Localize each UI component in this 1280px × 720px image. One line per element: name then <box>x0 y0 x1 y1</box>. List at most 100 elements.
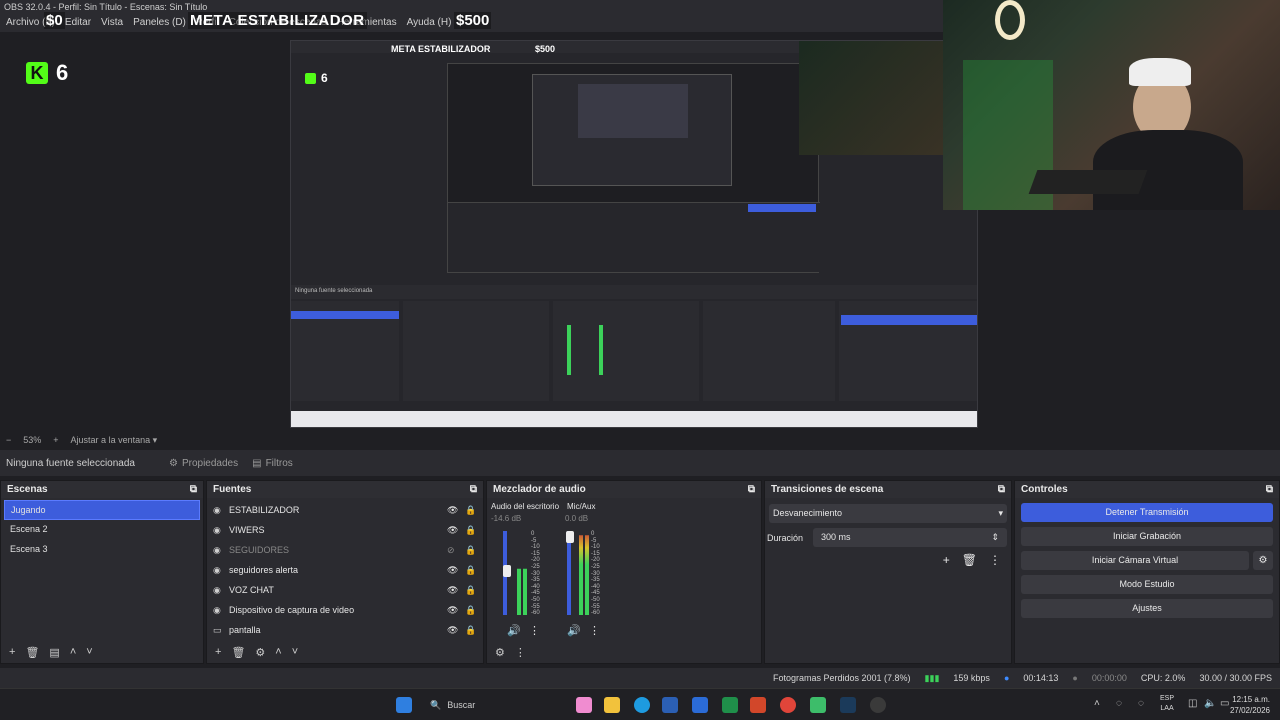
source-item[interactable]: ◉ VOZ CHAT 👁 🔒 <box>207 580 483 600</box>
xbox-icon[interactable] <box>810 697 826 713</box>
eye-icon[interactable]: 👁 <box>447 505 459 516</box>
lock-icon[interactable]: 🔒 <box>465 505 477 516</box>
chrome-icon[interactable] <box>780 697 796 713</box>
globe-icon: ◉ <box>213 524 221 535</box>
stepper-icon[interactable]: ⇕ <box>991 532 999 543</box>
zoom-bar: − 53% + Ajustar a la ventana ▾ <box>0 434 1280 448</box>
dock-undock-icon[interactable]: ⧉ <box>190 484 197 495</box>
nested-kick-logo-icon <box>305 73 316 84</box>
add-transition-button[interactable]: + <box>943 553 950 567</box>
controls-dock: Controles ⧉ Detener Transmisión Iniciar G… <box>1014 480 1280 664</box>
move-down-button[interactable]: ˅ <box>292 646 298 660</box>
system-clock[interactable]: 12:15 a.m. 27/02/2026 <box>1230 694 1270 716</box>
source-item[interactable]: ◉ Dispositivo de captura de video 👁 🔒 <box>207 600 483 620</box>
network-icon[interactable]: ◫ <box>1188 698 1197 709</box>
menu-vista[interactable]: Vista <box>101 17 123 29</box>
db-tick-label: -40 <box>531 583 540 590</box>
more-options-icon[interactable]: ⋮ <box>529 624 540 637</box>
stop-stream-button[interactable]: Detener Transmisión <box>1021 503 1273 522</box>
lock-icon[interactable]: 🔒 <box>465 525 477 536</box>
lock-icon[interactable]: 🔒 <box>465 605 477 616</box>
copilot-icon[interactable] <box>576 697 592 713</box>
dock-undock-icon[interactable]: ⧉ <box>998 484 1005 495</box>
fit-to-window-dropdown[interactable]: Ajustar a la ventana ▾ <box>71 435 158 447</box>
mic-volume-handle[interactable] <box>566 531 574 543</box>
store-icon[interactable] <box>662 697 678 713</box>
gear-icon[interactable]: ⚙ <box>1253 551 1273 570</box>
zoom-out-button[interactable]: − <box>6 435 11 447</box>
more-options-icon[interactable]: ⋮ <box>515 646 526 660</box>
filters-button[interactable]: ▤ Filtros <box>252 458 293 469</box>
add-source-button[interactable]: + <box>215 646 221 660</box>
menu-editar[interactable]: Editar <box>65 17 91 29</box>
remove-source-button[interactable]: 🗑 <box>231 646 245 660</box>
zoom-in-button[interactable]: + <box>53 435 58 447</box>
scene-item[interactable]: Escena 3 <box>4 540 200 560</box>
taskbar-search[interactable]: 🔍 Buscar <box>424 695 566 715</box>
eye-icon[interactable]: 👁 <box>447 565 459 576</box>
powerpoint-icon[interactable] <box>750 697 766 713</box>
properties-button[interactable]: ⚙ Propiedades <box>169 458 238 469</box>
windows-start-icon[interactable] <box>396 697 412 713</box>
dock-undock-icon[interactable]: ⧉ <box>470 484 477 495</box>
source-properties-button[interactable]: ⚙ <box>255 646 265 660</box>
tray-app-icon[interactable]: ◌ <box>1138 698 1144 709</box>
volume-icon[interactable]: 🔈 <box>1204 698 1216 709</box>
nested-source-toolbar: Ninguna fuente seleccionada <box>291 285 977 299</box>
start-recording-button[interactable]: Iniciar Grabación <box>1021 527 1273 546</box>
remove-scene-button[interactable]: 🗑 <box>25 646 39 660</box>
mic-volume-slider[interactable] <box>567 531 571 615</box>
eye-icon[interactable]: 👁 <box>447 585 459 596</box>
menu-ayuda[interactable]: Ayuda (H) <box>407 17 452 29</box>
more-options-icon[interactable]: ⋮ <box>589 624 600 637</box>
move-up-button[interactable]: ˄ <box>275 646 281 660</box>
file-explorer-icon[interactable] <box>604 697 620 713</box>
source-item[interactable]: ◉ VIWERS 👁 🔒 <box>207 520 483 540</box>
transition-select[interactable]: Desvanecimiento ▾ <box>769 504 1007 523</box>
battery-icon[interactable]: ▭ <box>1220 698 1229 709</box>
remove-transition-button[interactable]: 🗑 <box>962 553 977 567</box>
kick-logo-icon: K <box>26 62 48 84</box>
tray-app-icon[interactable]: ◌ <box>1116 698 1122 709</box>
signal-bars-icon: ▮▮▮ <box>924 672 940 683</box>
globe-icon: ◉ <box>213 504 221 515</box>
lock-icon[interactable]: 🔒 <box>465 565 477 576</box>
source-item[interactable]: ▭ pantalla 👁 🔒 <box>207 620 483 640</box>
speaker-icon[interactable]: 🔊 <box>567 624 581 637</box>
keyboard-language[interactable]: ESP LAA <box>1160 694 1174 714</box>
eye-icon[interactable]: 👁 <box>447 525 459 536</box>
move-down-button[interactable]: ˅ <box>86 646 92 660</box>
scene-filters-button[interactable]: ▤ <box>49 646 59 660</box>
edge-icon[interactable] <box>634 697 650 713</box>
add-scene-button[interactable]: + <box>9 646 15 660</box>
lock-icon[interactable]: 🔒 <box>465 585 477 596</box>
lock-icon[interactable]: 🔒 <box>465 545 477 556</box>
steam-icon[interactable] <box>840 697 856 713</box>
obs-icon[interactable] <box>870 697 886 713</box>
source-item[interactable]: ◉ SEGUIDORES ⊘ 🔒 <box>207 540 483 560</box>
lock-icon[interactable]: 🔒 <box>465 625 477 636</box>
desktop-volume-handle[interactable] <box>503 565 511 577</box>
move-up-button[interactable]: ˄ <box>70 646 76 660</box>
source-item[interactable]: ◉ ESTABILIZADOR 👁 🔒 <box>207 500 483 520</box>
virtual-camera-button[interactable]: Iniciar Cámara Virtual <box>1021 551 1249 570</box>
eye-hidden-icon[interactable]: ⊘ <box>447 545 459 556</box>
dock-undock-icon[interactable]: ⧉ <box>1266 484 1273 495</box>
db-tick-label: -35 <box>591 577 600 584</box>
dock-undock-icon[interactable]: ⧉ <box>748 484 755 495</box>
scene-item[interactable]: Jugando <box>4 500 200 520</box>
scene-item[interactable]: Escena 2 <box>4 520 200 540</box>
speaker-icon[interactable]: 🔊 <box>507 624 521 637</box>
excel-icon[interactable] <box>722 697 738 713</box>
settings-button[interactable]: Ajustes <box>1021 599 1273 618</box>
advanced-audio-button[interactable]: ⚙ <box>495 646 505 660</box>
menu-paneles[interactable]: Paneles (D) <box>133 17 186 29</box>
tray-overflow-icon[interactable]: ˄ <box>1094 698 1100 709</box>
eye-icon[interactable]: 👁 <box>447 605 459 616</box>
duration-input[interactable]: 300 ms ⇕ <box>813 528 1007 547</box>
more-options-icon[interactable]: ⋮ <box>989 553 1001 567</box>
studio-mode-button[interactable]: Modo Estudio <box>1021 575 1273 594</box>
eye-icon[interactable]: 👁 <box>447 625 459 636</box>
word-icon[interactable] <box>692 697 708 713</box>
source-item[interactable]: ◉ seguidores alerta 👁 🔒 <box>207 560 483 580</box>
